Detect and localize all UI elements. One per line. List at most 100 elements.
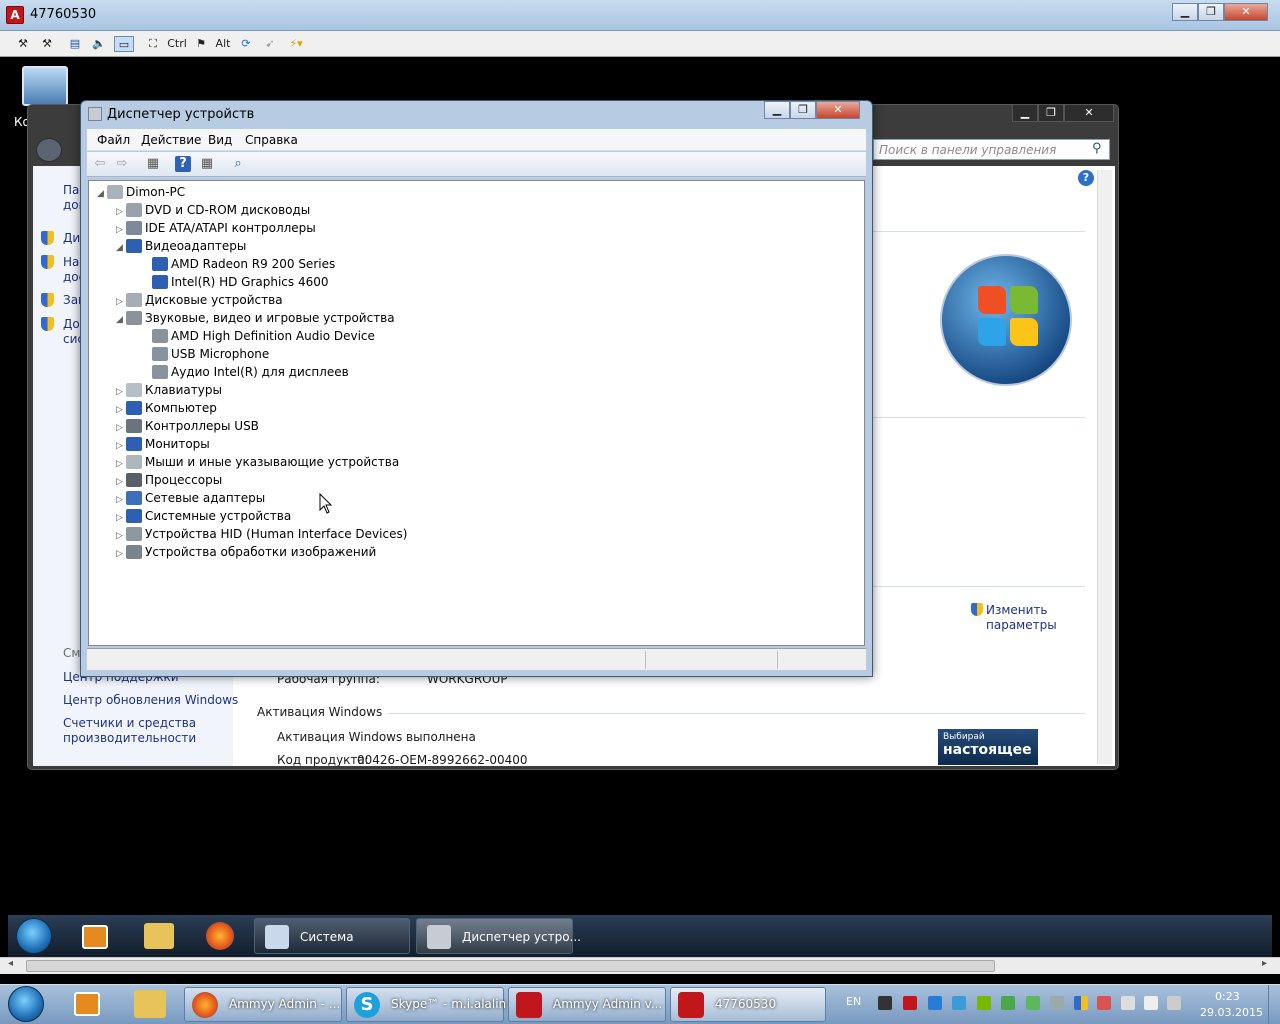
firefox-icon[interactable] bbox=[206, 922, 234, 950]
tree-category[interactable]: ◢ Видеоадаптеры bbox=[116, 237, 246, 255]
remote-start-button[interactable] bbox=[16, 918, 52, 954]
tree-category[interactable]: ▷ Контроллеры USB bbox=[116, 417, 259, 435]
tree-category[interactable]: ◢ Звуковые, видео и игровые устройства bbox=[116, 309, 395, 327]
scan-hardware-icon[interactable]: ⌕ bbox=[230, 156, 246, 172]
tree-category[interactable]: ▷ DVD и CD-ROM дисководы bbox=[116, 201, 310, 219]
update-tray-icon[interactable] bbox=[1026, 996, 1040, 1010]
tree-device[interactable]: Аудио Intel(R) для дисплеев bbox=[135, 363, 349, 381]
change-settings-link[interactable]: Изменить bbox=[986, 603, 1048, 617]
tree-device[interactable]: Intel(R) HD Graphics 4600 bbox=[135, 273, 329, 291]
tree-category[interactable]: ▷ Клавиатуры bbox=[116, 381, 222, 399]
change-settings-link-line2[interactable]: параметры bbox=[986, 618, 1057, 632]
control-panel-search-input[interactable]: Поиск в панели управления bbox=[873, 139, 1110, 160]
left-link-partial[interactable]: На bbox=[63, 255, 79, 269]
device-tray-icon[interactable] bbox=[1050, 996, 1064, 1010]
maximize-button[interactable]: ❐ bbox=[1198, 3, 1224, 21]
dm-maximize-button[interactable]: ❐ bbox=[790, 101, 816, 119]
taskbar-item-skype[interactable]: S Skype™ - m.i.alalin bbox=[346, 987, 506, 1022]
tree-category[interactable]: ▷ Устройства обработки изображений bbox=[116, 543, 376, 561]
taskbar-item-ammyy-firefox[interactable]: Ammyy Admin - ... bbox=[184, 987, 342, 1022]
tree-category[interactable]: ▷ Процессоры bbox=[116, 471, 222, 489]
speaker-tray-icon[interactable] bbox=[1144, 996, 1158, 1010]
security-tray-icon[interactable] bbox=[1001, 996, 1015, 1010]
performance-link[interactable]: Счетчики и средства bbox=[63, 716, 196, 730]
tree-root[interactable]: ◢ Dimon-PC bbox=[97, 183, 185, 201]
network-status-tray-icon[interactable] bbox=[1167, 996, 1181, 1010]
media-player-icon[interactable] bbox=[82, 925, 108, 949]
left-link-partial[interactable]: Па bbox=[63, 183, 79, 197]
forward-arrow-icon[interactable]: ⇨ bbox=[114, 156, 130, 172]
collapse-toggle-icon[interactable]: ◢ bbox=[116, 311, 126, 329]
remote-task-device-manager[interactable]: Диспетчер устро... bbox=[416, 918, 581, 954]
collapse-toggle-icon[interactable]: ◢ bbox=[116, 239, 126, 257]
media-player-icon[interactable] bbox=[74, 992, 100, 1016]
menu-help[interactable]: Справка bbox=[245, 133, 298, 147]
ammyy-tray-icon[interactable] bbox=[903, 996, 917, 1010]
fullscreen-icon[interactable]: ⛶ bbox=[144, 36, 162, 52]
minimize-button[interactable]: ▁ bbox=[1172, 3, 1198, 21]
tree-category[interactable]: ▷ Мониторы bbox=[116, 435, 210, 453]
left-link-partial[interactable]: До bbox=[63, 317, 80, 331]
tree-category[interactable]: ▷ Мыши и иные указывающие устройства bbox=[116, 453, 399, 471]
properties-icon[interactable]: ▦ bbox=[145, 156, 161, 172]
start-button[interactable] bbox=[8, 986, 44, 1022]
help-icon[interactable]: ? bbox=[175, 156, 191, 172]
speaker-icon[interactable]: 🔈 bbox=[90, 36, 108, 52]
volume-warning-tray-icon[interactable] bbox=[1097, 996, 1111, 1010]
system-maximize-button[interactable]: ❐ bbox=[1038, 104, 1064, 122]
tools-icon[interactable]: ⚒ bbox=[38, 36, 56, 52]
scroll-right-icon[interactable]: ▸ bbox=[1262, 958, 1267, 969]
taskbar-item-ammyy-session[interactable]: 47760530 bbox=[670, 987, 826, 1022]
explorer-icon[interactable] bbox=[144, 923, 174, 949]
system-scrollbar[interactable] bbox=[1097, 170, 1112, 764]
performance-link-line2[interactable]: производительности bbox=[63, 731, 196, 745]
scroll-left-icon[interactable]: ◂ bbox=[8, 958, 13, 969]
system-close-button[interactable]: ✕ bbox=[1064, 104, 1114, 122]
clock-time[interactable]: 0:23 bbox=[1215, 990, 1240, 1003]
refresh-icon[interactable]: ⟳ bbox=[238, 36, 254, 52]
windows-update-link[interactable]: Центр обновления Windows bbox=[63, 693, 238, 707]
flag-tray-icon[interactable] bbox=[1121, 996, 1135, 1010]
network-tray-icon[interactable] bbox=[928, 996, 942, 1010]
view-icon[interactable]: ▦ bbox=[199, 156, 215, 172]
language-indicator[interactable]: EN bbox=[846, 995, 861, 1008]
genuine-banner[interactable]: Выбирай настоящее bbox=[938, 729, 1038, 765]
explorer-icon[interactable] bbox=[134, 990, 166, 1018]
tree-category[interactable]: ▷ Сетевые адаптеры bbox=[116, 489, 265, 507]
alt-key-button[interactable]: Alt bbox=[214, 36, 232, 52]
action-center-tray-icon[interactable] bbox=[1074, 996, 1088, 1010]
collapse-toggle-icon[interactable]: ◢ bbox=[97, 185, 107, 203]
dm-close-button[interactable]: ✕ bbox=[816, 101, 860, 119]
show-desktop-button[interactable] bbox=[1268, 985, 1280, 1024]
tree-device[interactable]: USB Microphone bbox=[135, 345, 269, 363]
ctrl-alt-del-icon[interactable]: ⚑ bbox=[192, 36, 210, 52]
tree-category[interactable]: ▷ Системные устройства bbox=[116, 507, 291, 525]
computer-desktop-icon[interactable] bbox=[22, 66, 68, 106]
settings-icon[interactable]: ⚒ bbox=[14, 36, 32, 52]
dm-minimize-button[interactable]: ▁ bbox=[764, 101, 790, 119]
lightning-dropdown-icon[interactable]: ⚡▾ bbox=[284, 36, 308, 52]
tree-device[interactable]: AMD Radeon R9 200 Series bbox=[135, 255, 335, 273]
tree-category[interactable]: ▷ IDE ATA/ATAPI контроллеры bbox=[116, 219, 316, 237]
ctrl-key-button[interactable]: Ctrl bbox=[167, 36, 187, 52]
scrollbar-thumb[interactable] bbox=[26, 960, 995, 972]
menu-action[interactable]: Действие bbox=[141, 133, 201, 147]
left-link-partial[interactable]: Ди bbox=[63, 231, 80, 245]
menu-file[interactable]: Файл bbox=[97, 133, 130, 147]
monitor-icon[interactable]: ▭ bbox=[114, 36, 134, 52]
tree-category[interactable]: ▷ Устройства HID (Human Interface Devices… bbox=[116, 525, 407, 543]
nvidia-tray-icon[interactable] bbox=[977, 996, 991, 1010]
system-minimize-button[interactable]: ▁ bbox=[1012, 104, 1038, 122]
steam-icon[interactable] bbox=[878, 996, 892, 1010]
file-manager-icon[interactable]: ▤ bbox=[66, 36, 84, 52]
tree-category[interactable]: ▷ Компьютер bbox=[116, 399, 217, 417]
pointer-icon[interactable]: ➹ bbox=[262, 36, 278, 52]
back-icon[interactable] bbox=[36, 138, 62, 162]
tree-device[interactable]: AMD High Definition Audio Device bbox=[135, 327, 375, 345]
back-arrow-icon[interactable]: ⇦ bbox=[92, 156, 108, 172]
close-button[interactable]: ✕ bbox=[1224, 3, 1268, 21]
taskbar-item-ammyy-viewer[interactable]: Ammyy Admin v... bbox=[508, 987, 666, 1022]
help-icon[interactable]: ? bbox=[1078, 170, 1094, 186]
skype-tray-icon[interactable] bbox=[952, 996, 966, 1010]
remote-task-system[interactable]: Система bbox=[254, 918, 410, 954]
